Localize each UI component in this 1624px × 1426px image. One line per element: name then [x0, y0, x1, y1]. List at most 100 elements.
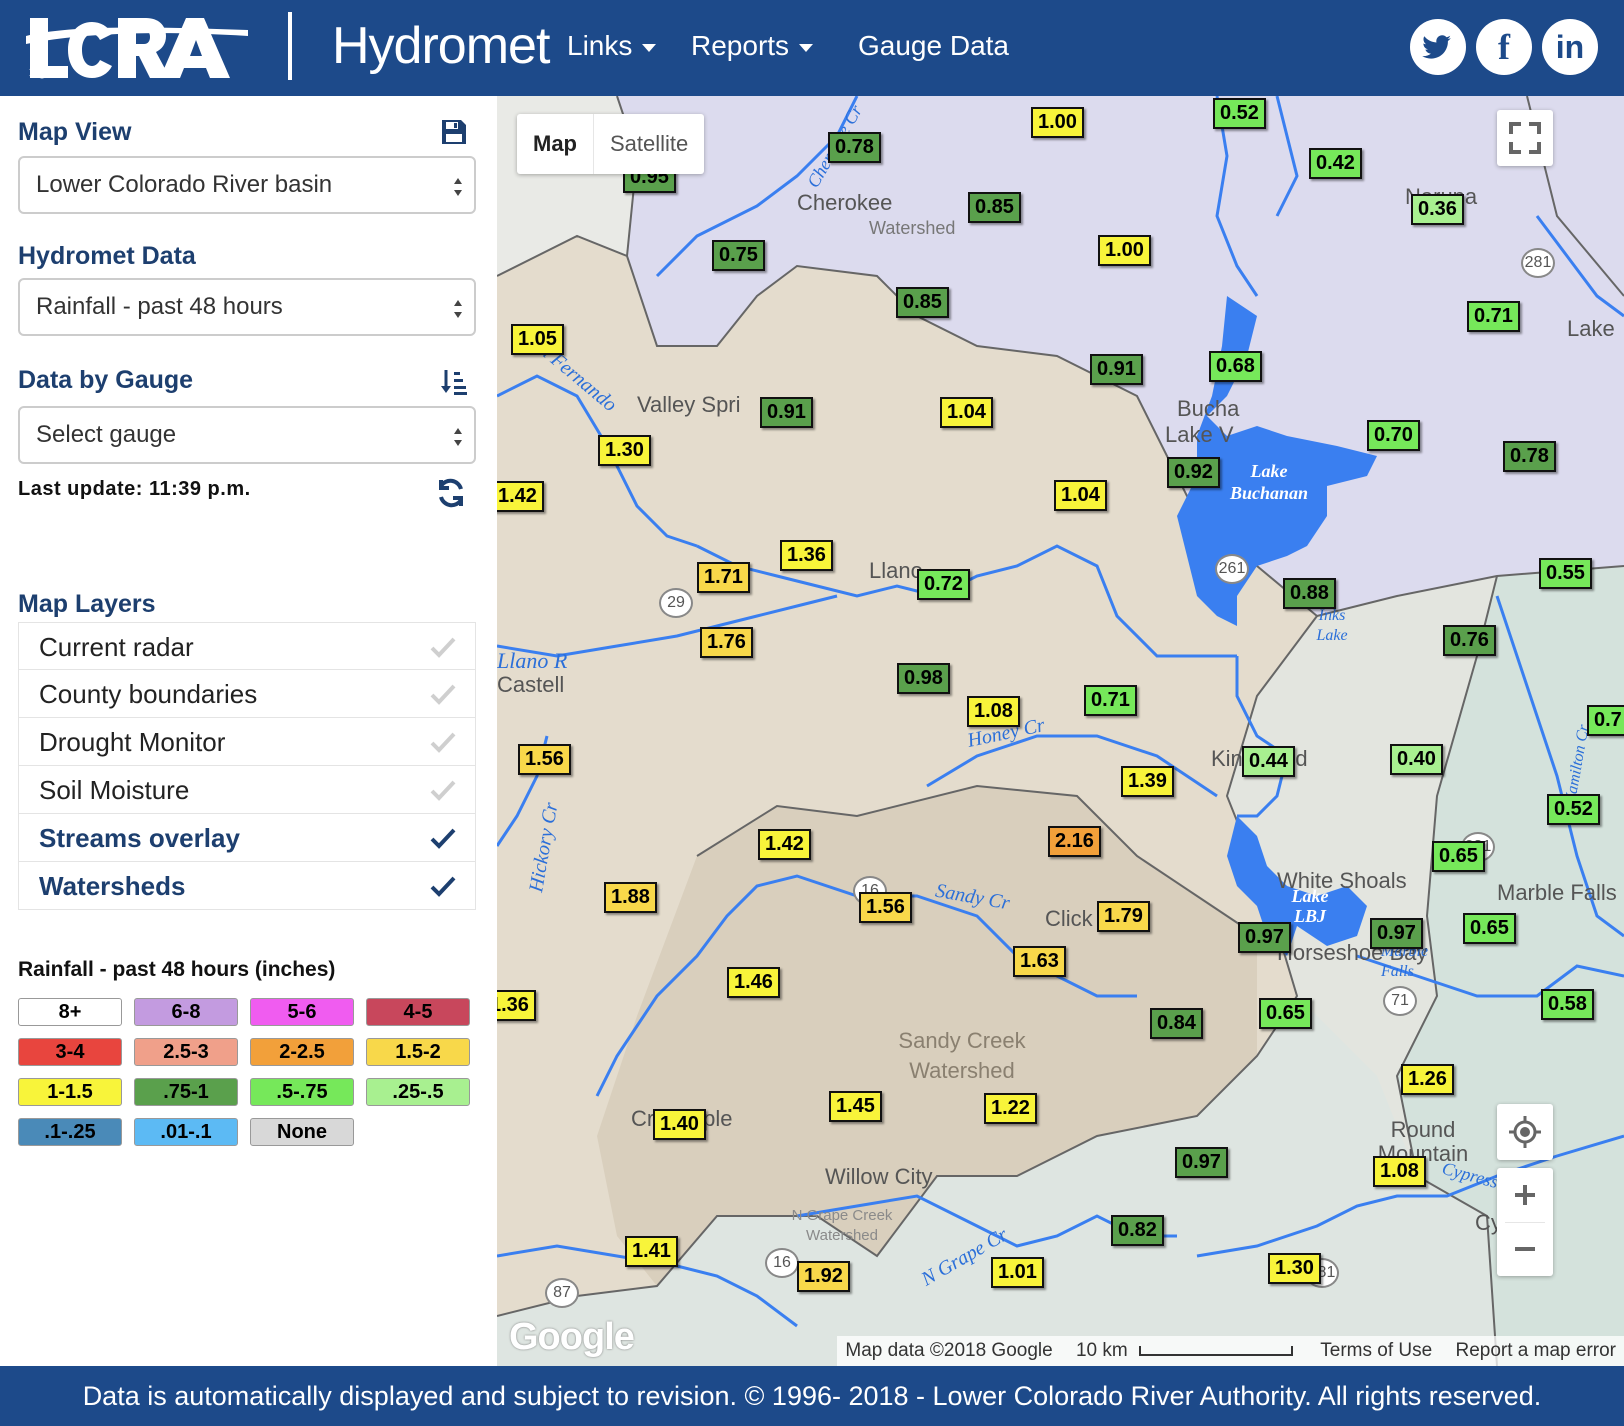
refresh-icon[interactable] — [434, 476, 468, 510]
gauge-marker[interactable]: 0.97 — [1370, 918, 1423, 949]
gauge-marker[interactable]: 0.42 — [1309, 148, 1362, 179]
gauge-marker[interactable]: 1.92 — [797, 1261, 850, 1292]
map-type-map-button[interactable]: Map — [517, 114, 593, 174]
layer-current-radar[interactable]: Current radar — [18, 622, 476, 670]
gauge-marker[interactable]: 1.79 — [1097, 901, 1150, 932]
report-map-error-link[interactable]: Report a map error — [1455, 1340, 1616, 1361]
gauge-marker[interactable]: 0.91 — [1090, 354, 1143, 385]
gauge-marker[interactable]: 1.30 — [598, 435, 651, 466]
nav-links-menu[interactable]: Links — [567, 26, 657, 66]
gauge-marker[interactable]: 0.76 — [1443, 625, 1496, 656]
gauge-marker[interactable]: 1.42 — [497, 481, 544, 512]
gauge-marker[interactable]: 0.65 — [1259, 998, 1312, 1029]
gauge-marker[interactable]: 0.78 — [828, 132, 881, 163]
gauge-marker[interactable]: 0.75 — [712, 240, 765, 271]
map-label-lake-lbj: Lake LBJ — [1291, 886, 1329, 926]
gauge-marker[interactable]: 0.84 — [1150, 1008, 1203, 1039]
gauge-marker[interactable]: 0.85 — [896, 287, 949, 318]
gauge-marker[interactable]: 0.52 — [1213, 98, 1266, 129]
map-canvas[interactable]: Cherokee Watershed Valley Spri Llano Buc… — [497, 96, 1624, 1366]
gauge-marker[interactable]: 0.55 — [1539, 558, 1592, 589]
gauge-marker[interactable]: 0.72 — [917, 569, 970, 600]
gauge-marker[interactable]: 0.78 — [1503, 441, 1556, 472]
gauge-marker[interactable]: 0.58 — [1541, 989, 1594, 1020]
fullscreen-button[interactable] — [1497, 110, 1553, 166]
gauge-marker[interactable]: 0.97 — [1175, 1147, 1228, 1178]
nav-reports-menu[interactable]: Reports — [691, 26, 814, 66]
app-title[interactable]: Hydromet — [332, 14, 550, 78]
zoom-out-button[interactable] — [1497, 1222, 1553, 1276]
gauge-marker[interactable]: 0.71 — [1467, 301, 1520, 332]
gauge-marker[interactable]: 1.76 — [700, 627, 753, 658]
gauge-marker[interactable]: 1.40 — [653, 1109, 706, 1140]
facebook-icon[interactable]: f — [1476, 19, 1532, 75]
gauge-marker[interactable]: 0.97 — [1238, 922, 1291, 953]
layer-streams-overlay[interactable]: Streams overlay — [18, 814, 476, 862]
footer: Data is automatically displayed and subj… — [0, 1366, 1624, 1426]
gauge-marker[interactable]: 0.68 — [1209, 351, 1262, 382]
map-data-credit[interactable]: Map data ©2018 Google — [845, 1340, 1052, 1361]
highway-281-shield: 281 — [1521, 248, 1555, 278]
gauge-marker[interactable]: 1.05 — [511, 324, 564, 355]
gauge-marker[interactable]: 0.44 — [1242, 746, 1295, 777]
layer-county-boundaries[interactable]: County boundaries — [18, 670, 476, 718]
layer-drought-monitor[interactable]: Drought Monitor — [18, 718, 476, 766]
gauge-marker[interactable]: 1.01 — [991, 1257, 1044, 1288]
hydromet-data-select[interactable]: Rainfall - past 48 hours — [18, 278, 476, 336]
gauge-marker[interactable]: 1.36 — [780, 540, 833, 571]
lcra-logo[interactable] — [26, 12, 248, 82]
gauge-marker[interactable]: 0.40 — [1390, 744, 1443, 775]
gauge-select[interactable]: Select gauge — [18, 406, 476, 464]
gauge-marker[interactable]: 0.36 — [1411, 194, 1464, 225]
gauge-marker[interactable]: 1.63 — [1013, 946, 1066, 977]
gauge-marker[interactable]: 1.04 — [1054, 480, 1107, 511]
gauge-marker[interactable]: 0.70 — [1367, 420, 1420, 451]
save-icon[interactable] — [440, 118, 468, 146]
nav-gauge-data-link[interactable]: Gauge Data — [858, 26, 1009, 66]
gauge-marker[interactable]: 1.46 — [727, 967, 780, 998]
twitter-icon[interactable] — [1410, 19, 1466, 75]
gauge-marker[interactable]: 0.65 — [1432, 841, 1485, 872]
scale-label[interactable]: 10 km — [1076, 1340, 1128, 1361]
layer-soil-moisture[interactable]: Soil Moisture — [18, 766, 476, 814]
gauge-marker[interactable]: 0.88 — [1283, 578, 1336, 609]
gauge-marker[interactable]: 1.39 — [1121, 766, 1174, 797]
gauge-marker[interactable]: 1.04 — [940, 397, 993, 428]
linkedin-icon[interactable]: in — [1542, 19, 1598, 75]
gauge-marker[interactable]: 0.7 — [1587, 705, 1624, 736]
legend-item: 2.5-3 — [134, 1038, 238, 1066]
gauge-marker[interactable]: 1.36 — [497, 990, 536, 1021]
gauge-marker[interactable]: 1.00 — [1031, 107, 1084, 138]
zoom-in-button[interactable] — [1497, 1168, 1553, 1222]
gauge-marker[interactable]: 0.52 — [1547, 794, 1600, 825]
gauge-marker[interactable]: 1.08 — [1373, 1156, 1426, 1187]
gauge-marker[interactable]: 0.98 — [897, 663, 950, 694]
gauge-marker[interactable]: 2.16 — [1048, 826, 1101, 857]
gauge-marker[interactable]: 0.91 — [760, 397, 813, 428]
map-view-select[interactable]: Lower Colorado River basin — [18, 156, 476, 214]
gauge-marker[interactable]: 1.41 — [625, 1236, 678, 1267]
map-label-click: Click — [1045, 906, 1093, 931]
gauge-marker[interactable]: 1.88 — [604, 882, 657, 913]
gauge-marker[interactable]: 1.00 — [1098, 235, 1151, 266]
gauge-marker[interactable]: 0.82 — [1111, 1215, 1164, 1246]
gauge-marker[interactable]: 1.26 — [1401, 1064, 1454, 1095]
map-type-satellite-button[interactable]: Satellite — [593, 114, 704, 174]
sort-icon[interactable] — [440, 368, 468, 396]
gauge-marker[interactable]: 1.42 — [758, 829, 811, 860]
gauge-marker[interactable]: 1.08 — [967, 696, 1020, 727]
gauge-marker[interactable]: 0.71 — [1084, 685, 1137, 716]
gauge-marker[interactable]: 1.22 — [984, 1093, 1037, 1124]
check-icon — [430, 732, 456, 753]
terms-of-use-link[interactable]: Terms of Use — [1320, 1340, 1432, 1361]
gauge-marker[interactable]: 1.30 — [1268, 1253, 1321, 1284]
gauge-marker[interactable]: 1.56 — [518, 744, 571, 775]
gauge-marker[interactable]: 1.45 — [829, 1091, 882, 1122]
gauge-marker[interactable]: 0.65 — [1463, 913, 1516, 944]
my-location-button[interactable] — [1497, 1104, 1553, 1160]
gauge-marker[interactable]: 0.85 — [968, 192, 1021, 223]
layer-watersheds[interactable]: Watersheds — [18, 862, 476, 910]
gauge-marker[interactable]: 0.92 — [1167, 457, 1220, 488]
gauge-marker[interactable]: 1.56 — [859, 892, 912, 923]
gauge-marker[interactable]: 1.71 — [697, 562, 750, 593]
